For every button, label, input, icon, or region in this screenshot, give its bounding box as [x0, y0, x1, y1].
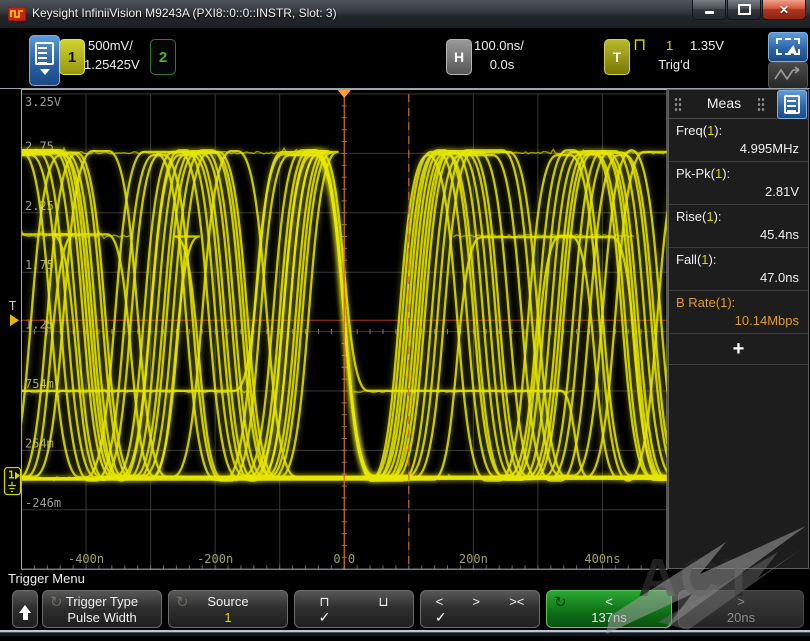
- t-axis-label: 200n: [459, 552, 488, 566]
- measurements-panel-title: Meas: [699, 95, 749, 111]
- close-icon: ✕: [779, 4, 789, 16]
- meas-value: 47.0ns: [676, 267, 801, 287]
- content-area: 3.25V2.752.251.751.25754m254m-246m-400n-…: [0, 88, 810, 571]
- close-button[interactable]: ✕: [762, 0, 806, 20]
- timebase-delay[interactable]: 0.0s: [474, 57, 530, 72]
- softkey-line2: Pulse Width: [43, 610, 161, 625]
- meas-label: Freq(1):: [676, 123, 801, 138]
- meas-label: Rise(1):: [676, 209, 801, 224]
- channel-1-ground-marker[interactable]: 1: [5, 468, 21, 495]
- navigate-icon: [769, 63, 805, 86]
- softkey-line2: 1: [169, 610, 287, 625]
- softkey-line2: 20ns: [679, 610, 803, 625]
- main-menu-button[interactable]: [29, 35, 60, 86]
- softkey-line2: 137ns: [547, 610, 671, 625]
- meas-row-freq[interactable]: Freq(1):4.995MHz: [669, 119, 808, 162]
- softkey-width-less-than[interactable]: ↻<137ns: [546, 590, 672, 628]
- svg-text:T: T: [9, 299, 16, 313]
- softkey-source[interactable]: ↻Source1: [168, 590, 288, 628]
- softkey-width-greater-than[interactable]: >20ns: [678, 590, 804, 628]
- softkey-line1: >: [679, 594, 803, 609]
- grip-dots-icon[interactable]: [674, 97, 682, 112]
- measurements-panel: Meas Freq(1):4.995MHzPk-Pk(1):2.81VRise(…: [668, 89, 809, 569]
- back-arrow-icon: [19, 599, 31, 613]
- navigate-button[interactable]: [768, 62, 808, 89]
- option-label: <: [436, 594, 444, 609]
- add-measurement-button[interactable]: +: [669, 334, 808, 365]
- oscilloscope-window: { "window": { "title": "Keysight Infinii…: [0, 0, 810, 636]
- option-label: ⊓: [319, 594, 329, 610]
- softkey-pulse-polarity[interactable]: ⊓ ⊔ ✓: [294, 590, 414, 628]
- chevron-down-icon: [40, 69, 50, 80]
- softkey-trigger-type[interactable]: ↻Trigger TypePulse Width: [42, 590, 162, 628]
- window-bottom-frame: [0, 630, 810, 636]
- timebase-scale[interactable]: 100.0ns/: [474, 38, 524, 53]
- v-axis-label: -246m: [25, 496, 61, 510]
- meas-row-pk-pk[interactable]: Pk-Pk(1):2.81V: [669, 162, 808, 205]
- softkey-line1: <: [547, 594, 671, 609]
- v-axis-label: 3.25V: [25, 95, 61, 109]
- meas-row-fall[interactable]: Fall(1):47.0ns: [669, 248, 808, 291]
- t-axis-label: -400n: [68, 552, 104, 566]
- svg-text:1: 1: [8, 469, 15, 482]
- option-label: ><: [509, 594, 524, 609]
- softkey-menu: Trigger Menu ↻Trigger TypePulse Width↻So…: [0, 570, 810, 636]
- window-title: Keysight InfiniiVision M9243A (PXI8::0::…: [32, 6, 337, 20]
- meas-row-rise[interactable]: Rise(1):45.4ns: [669, 205, 808, 248]
- menu-icon: [35, 42, 54, 65]
- trigger-key[interactable]: T: [604, 39, 630, 75]
- waveform-plot[interactable]: 3.25V2.752.251.751.25754m254m-246m-400n-…: [0, 89, 668, 571]
- minimize-icon: [705, 11, 714, 14]
- channel-1-scale[interactable]: 500mV/: [88, 38, 133, 53]
- t-axis-label: 400ns: [584, 552, 620, 566]
- maximize-icon: [738, 4, 751, 15]
- measurements-menu-button[interactable]: [777, 90, 807, 119]
- meas-value: 45.4ns: [676, 224, 801, 244]
- positive-pulse-icon: ⊓: [633, 35, 646, 55]
- t-axis-label: -200n: [197, 552, 233, 566]
- check-icon: ✓: [435, 609, 447, 626]
- meas-row-b-rate[interactable]: B Rate(1):10.14Mbps: [669, 291, 808, 334]
- grip-dots-icon[interactable]: [757, 97, 765, 112]
- softkey-back[interactable]: [12, 590, 38, 628]
- title-bar: Keysight InfiniiVision M9243A (PXI8::0::…: [0, 0, 810, 29]
- horizontal-key[interactable]: H: [446, 39, 472, 75]
- meas-value: 4.995MHz: [676, 138, 801, 158]
- option-label: >: [472, 594, 480, 609]
- trigger-source[interactable]: 1: [666, 38, 673, 53]
- meas-label: Fall(1):: [676, 252, 801, 267]
- softkey-width-qualifier[interactable]: < > >< ✓: [420, 590, 540, 628]
- softkey-line1: Source: [169, 594, 287, 609]
- caption-buttons: ✕: [691, 0, 806, 20]
- check-icon: ✓: [319, 609, 331, 626]
- measurements-panel-header[interactable]: Meas: [669, 90, 808, 119]
- measurements-list: Freq(1):4.995MHzPk-Pk(1):2.81VRise(1):45…: [669, 119, 808, 334]
- minimize-button[interactable]: [692, 0, 726, 20]
- box-zoom-button[interactable]: [768, 32, 808, 62]
- meas-value: 2.81V: [676, 181, 801, 201]
- meas-label: Pk-Pk(1):: [676, 166, 801, 181]
- toolbar: 1 500mV/ 1.25425V 2 H 100.0ns/ 0.0s T ⊓ …: [0, 28, 810, 88]
- menu-icon: [784, 95, 800, 114]
- softkey-line1: Trigger Type: [43, 594, 161, 609]
- trigger-status: Trig'd: [644, 57, 704, 72]
- meas-label: B Rate(1):: [676, 295, 801, 310]
- maximize-button[interactable]: [727, 0, 761, 20]
- channel-2-key[interactable]: 2: [150, 39, 176, 75]
- channel-1-key[interactable]: 1: [59, 39, 85, 75]
- app-icon: [8, 7, 26, 21]
- softkey-menu-title: Trigger Menu: [8, 571, 85, 586]
- option-label: ⊔: [378, 594, 388, 610]
- trigger-level-value[interactable]: 1.35V: [690, 38, 724, 53]
- channel-1-offset[interactable]: 1.25425V: [84, 57, 140, 72]
- meas-value: 10.14Mbps: [676, 310, 801, 330]
